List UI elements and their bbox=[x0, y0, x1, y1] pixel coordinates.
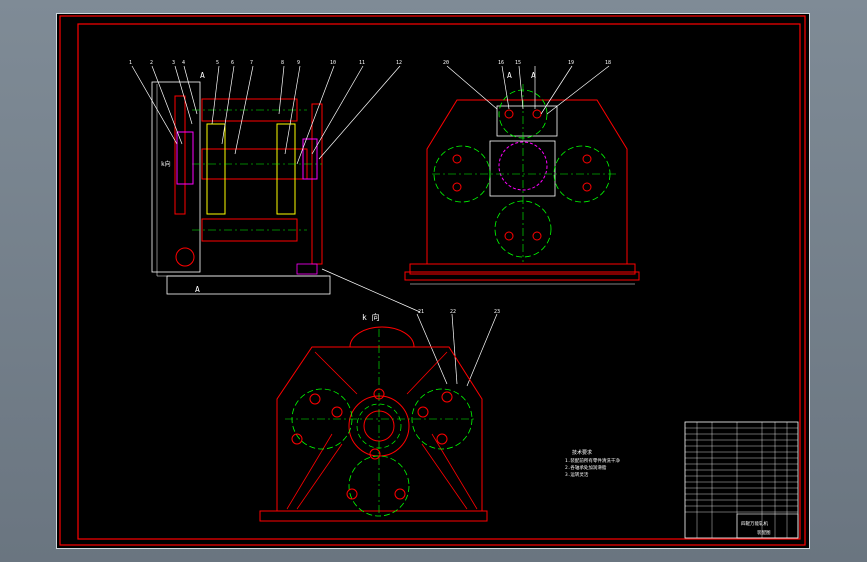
cad-viewport[interactable]: 1 2 3 4 5 6 7 8 9 10 11 12 A A k向 20 16 … bbox=[56, 13, 810, 549]
callout-20: 20 bbox=[443, 60, 449, 66]
callout-12: 12 bbox=[396, 60, 402, 66]
notes-line-3: 3.运转灵活 bbox=[565, 471, 589, 478]
callout-22: 22 bbox=[450, 309, 456, 315]
drawing-sheet: 装配图 bbox=[757, 529, 771, 536]
callout-16: 16 bbox=[498, 60, 504, 66]
title-block: 四辊万能轧机 装配图 bbox=[684, 421, 799, 539]
callout-11: 11 bbox=[359, 60, 365, 66]
notes-line-1: 1.装配前所有零件清洗干净 bbox=[565, 457, 620, 464]
drawing-canvas[interactable]: 1 2 3 4 5 6 7 8 9 10 11 12 A A k向 20 16 … bbox=[57, 14, 809, 548]
callout-18: 18 bbox=[605, 60, 611, 66]
callout-6: 6 bbox=[231, 60, 234, 66]
front-view: 20 16 15 19 18 A A bbox=[404, 60, 640, 285]
section-a-top: A bbox=[200, 71, 205, 80]
callout-10: 10 bbox=[330, 60, 336, 66]
callout-7: 7 bbox=[250, 60, 253, 66]
notes-title: 技术要求 bbox=[572, 449, 592, 456]
section-a-pair-2: A bbox=[531, 71, 536, 80]
callout-8: 8 bbox=[281, 60, 284, 66]
callout-9: 9 bbox=[297, 60, 300, 66]
k-view-bottom: k 向 bbox=[362, 312, 380, 322]
callout-2: 2 bbox=[150, 60, 153, 66]
callout-15: 15 bbox=[515, 60, 521, 66]
side-view: 1 2 3 4 5 6 7 8 9 10 11 12 A A k向 bbox=[129, 60, 402, 295]
callout-1: 1 bbox=[129, 60, 132, 66]
inner-frame bbox=[77, 23, 801, 540]
k-direction-view: 21 22 23 k 向 bbox=[259, 268, 500, 522]
callout-3: 3 bbox=[172, 60, 175, 66]
callout-19: 19 bbox=[568, 60, 574, 66]
callout-4: 4 bbox=[182, 60, 185, 66]
callout-21: 21 bbox=[418, 309, 424, 315]
callout-23: 23 bbox=[494, 309, 500, 315]
section-a-pair-1: A bbox=[507, 71, 512, 80]
callout-5: 5 bbox=[216, 60, 219, 66]
section-a-bottom: A bbox=[195, 285, 200, 294]
technical-notes: 技术要求 1.装配前所有零件清洗干净 2.各轴承处加润滑脂 3.运转灵活 bbox=[565, 449, 620, 478]
k-view-side: k向 bbox=[161, 160, 171, 168]
drawing-name: 四辊万能轧机 bbox=[741, 520, 768, 527]
notes-line-2: 2.各轴承处加润滑脂 bbox=[565, 464, 607, 471]
